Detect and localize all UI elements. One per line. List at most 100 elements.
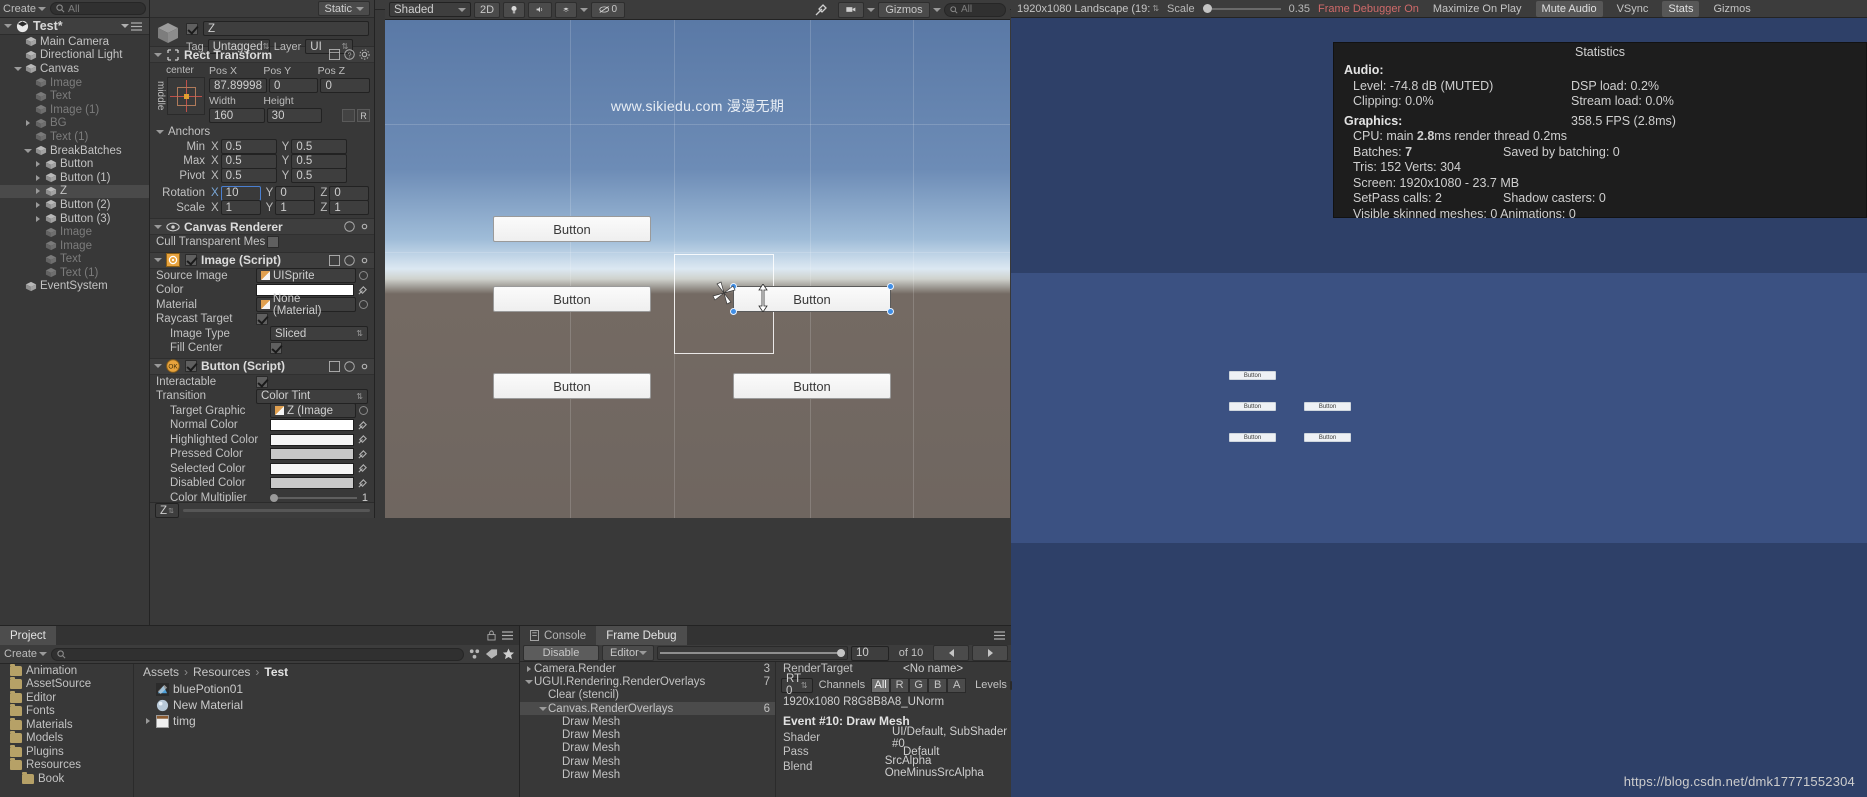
lock-icon[interactable] bbox=[487, 630, 496, 641]
hierarchy-item-image[interactable]: Image bbox=[0, 76, 149, 90]
channel-toggle-b[interactable]: B bbox=[928, 677, 948, 693]
scene-lighting-toggle[interactable] bbox=[503, 1, 525, 18]
project-folder-plugins[interactable]: Plugins bbox=[0, 744, 133, 759]
frame-event-node[interactable]: Draw Mesh bbox=[520, 755, 775, 768]
chevron-down-icon[interactable] bbox=[524, 679, 533, 684]
hierarchy-item-z[interactable]: Z bbox=[0, 184, 149, 199]
project-folder-resources[interactable]: Resources bbox=[0, 758, 133, 773]
maximize-on-play-toggle[interactable]: Maximize On Play bbox=[1427, 3, 1528, 15]
anchor-max-y-field[interactable]: 0.5 bbox=[291, 153, 348, 169]
static-dropdown[interactable]: Static bbox=[318, 1, 370, 16]
pos-x-field[interactable]: 87.89998 bbox=[209, 78, 267, 93]
hierarchy-item-button-2[interactable]: Button (2) bbox=[0, 198, 149, 212]
hierarchy-tree[interactable]: Main Camera Directional Light Canvas Image T… bbox=[0, 35, 149, 293]
hierarchy-create-button[interactable]: Create bbox=[3, 3, 47, 15]
width-field[interactable]: 160 bbox=[209, 108, 265, 123]
scene-draw-mode-dropdown[interactable]: Shaded bbox=[389, 2, 471, 17]
preset-icon[interactable] bbox=[329, 49, 340, 60]
asset-item[interactable]: bluePotion01 bbox=[135, 681, 519, 697]
transition-dropdown[interactable]: Color Tint ⇅ bbox=[256, 388, 368, 404]
frame-event-tree[interactable]: Camera.Render 3 UGUI.Rendering.RenderOverl… bbox=[520, 662, 776, 797]
menu-icon[interactable] bbox=[994, 630, 1005, 640]
chevron-right-icon[interactable] bbox=[145, 718, 150, 724]
cull-transparent-checkbox[interactable] bbox=[267, 236, 280, 249]
gear-icon[interactable] bbox=[359, 49, 370, 60]
anchor-min-y-field[interactable]: 0.5 bbox=[291, 139, 348, 155]
mute-audio-toggle[interactable]: Mute Audio bbox=[1535, 0, 1603, 17]
anchor-max-x-field[interactable]: 0.5 bbox=[220, 153, 277, 169]
chevron-down-icon[interactable] bbox=[580, 7, 588, 12]
component-header-canvas-renderer[interactable]: Canvas Renderer bbox=[150, 218, 374, 235]
eyedropper-icon[interactable] bbox=[357, 434, 368, 445]
hierarchy-item-bg[interactable]: BG bbox=[0, 117, 149, 131]
breadcrumb[interactable]: Assets › Resources › Test bbox=[135, 664, 519, 680]
frame-debugger-scope-dropdown[interactable]: Editor bbox=[602, 645, 654, 661]
project-search-input[interactable] bbox=[51, 647, 464, 661]
rotation-z-field[interactable]: 0 bbox=[329, 185, 370, 201]
scale-z-field[interactable]: 1 bbox=[329, 200, 370, 216]
object-picker-icon[interactable] bbox=[359, 300, 368, 310]
channel-toggle-r[interactable]: R bbox=[890, 677, 910, 693]
frame-next-button[interactable] bbox=[972, 645, 1008, 661]
scene-2d-toggle[interactable]: 2D bbox=[474, 1, 500, 18]
anchor-preset-button[interactable] bbox=[167, 77, 205, 115]
hierarchy-item-canvas[interactable]: Canvas bbox=[0, 62, 149, 76]
levels-slider[interactable] bbox=[1009, 680, 1012, 690]
chevron-down-icon[interactable] bbox=[867, 7, 875, 12]
component-header-button-script[interactable]: OK Button (Script) bbox=[150, 357, 374, 375]
interactable-checkbox[interactable] bbox=[256, 375, 268, 388]
anchor-min-x-field[interactable]: 0.5 bbox=[220, 139, 277, 155]
scale-x-field[interactable]: 1 bbox=[220, 200, 261, 216]
help-icon[interactable] bbox=[344, 221, 355, 232]
project-folder-assetsource[interactable]: AssetSource bbox=[0, 677, 133, 692]
blueprint-mode-toggle[interactable] bbox=[342, 109, 356, 122]
hierarchy-item-text-1[interactable]: Text (1) bbox=[0, 130, 149, 144]
hierarchy-item-image[interactable]: Image bbox=[0, 239, 149, 253]
target-graphic-object-field[interactable]: Z (Image bbox=[270, 403, 356, 419]
frame-event-node[interactable]: Draw Mesh bbox=[520, 715, 775, 728]
raycast-target-checkbox[interactable] bbox=[256, 313, 268, 326]
frame-event-index-field[interactable]: 10 bbox=[851, 645, 889, 661]
selection-handle[interactable] bbox=[730, 308, 737, 315]
inspector-footer-slider[interactable] bbox=[183, 509, 370, 512]
filter-label-icon[interactable] bbox=[485, 648, 498, 660]
help-icon[interactable] bbox=[344, 254, 355, 266]
frame-event-node[interactable]: Draw Mesh bbox=[520, 742, 775, 755]
rt-selector-dropdown[interactable]: RT 0 ⇅ bbox=[781, 673, 813, 697]
rotation-y-field[interactable]: 0 bbox=[275, 185, 316, 201]
chevron-down-icon[interactable] bbox=[23, 148, 32, 153]
frame-event-node[interactable]: Clear (stencil) bbox=[520, 689, 775, 702]
eyedropper-icon[interactable] bbox=[357, 420, 368, 431]
scene-hidden-objects-toggle[interactable]: 0 bbox=[591, 1, 625, 18]
hierarchy-item-image[interactable]: Image bbox=[0, 225, 149, 239]
preset-icon[interactable] bbox=[329, 254, 340, 266]
gear-icon[interactable] bbox=[359, 221, 370, 232]
object-name-field[interactable]: Z bbox=[203, 21, 369, 36]
raw-edit-mode-toggle[interactable]: R bbox=[357, 109, 371, 122]
project-folder-models[interactable]: Models bbox=[0, 731, 133, 746]
asset-item[interactable]: New Material bbox=[135, 697, 519, 713]
help-icon[interactable] bbox=[344, 360, 355, 372]
hierarchy-item-button-3[interactable]: Button (3) bbox=[0, 212, 149, 226]
scene-ui-button[interactable]: Button bbox=[733, 373, 891, 399]
game-ui-button[interactable]: Button bbox=[1304, 402, 1351, 411]
hierarchy-item-breakbatches[interactable]: BreakBatches bbox=[0, 144, 149, 158]
game-aspect-dropdown[interactable]: 1920x1080 Landscape (19: ⇅ bbox=[1017, 3, 1159, 15]
vsync-toggle[interactable]: VSync bbox=[1611, 3, 1655, 15]
fill-center-checkbox[interactable] bbox=[270, 342, 282, 355]
frame-event-slider[interactable] bbox=[657, 646, 848, 660]
hierarchy-item-image-1[interactable]: Image (1) bbox=[0, 103, 149, 117]
frame-event-node[interactable]: Draw Mesh bbox=[520, 768, 775, 781]
anchors-foldout[interactable]: Anchors bbox=[150, 125, 374, 140]
rotation-x-field[interactable]: 10 bbox=[220, 185, 261, 201]
frame-event-node[interactable]: Canvas.RenderOverlays 6 bbox=[520, 701, 775, 716]
chevron-right-icon[interactable] bbox=[35, 174, 40, 181]
tab-project[interactable]: Project bbox=[0, 626, 56, 645]
channel-toggle-all[interactable]: All bbox=[871, 677, 891, 693]
game-scale-slider[interactable] bbox=[1202, 4, 1281, 13]
hierarchy-item-text-1[interactable]: Text (1) bbox=[0, 266, 149, 280]
filter-type-icon[interactable] bbox=[468, 648, 481, 660]
tab-frame-debug[interactable]: Frame Debug bbox=[596, 626, 687, 645]
scene-search-input[interactable]: All bbox=[944, 2, 1006, 17]
scene-fx-toggle[interactable] bbox=[555, 1, 577, 18]
